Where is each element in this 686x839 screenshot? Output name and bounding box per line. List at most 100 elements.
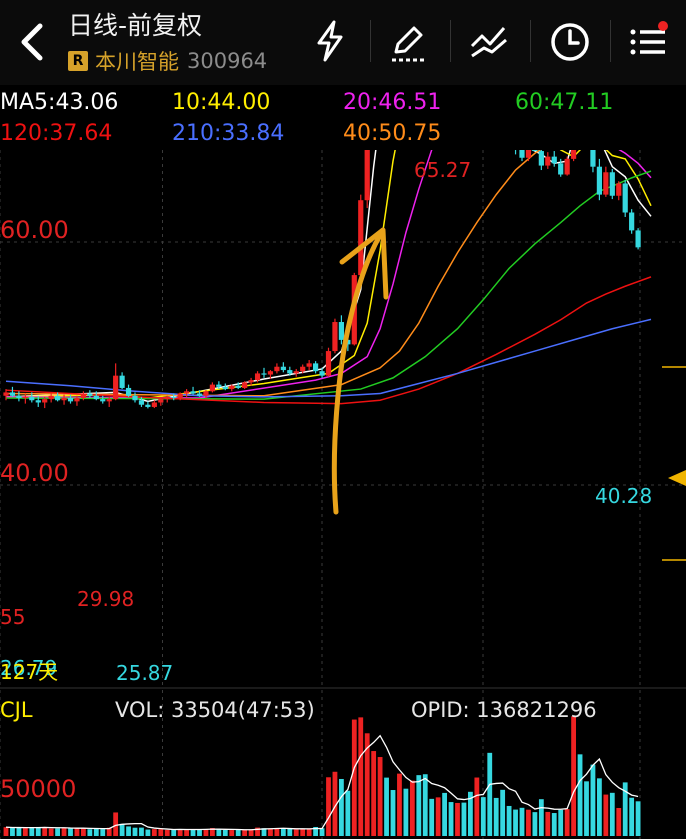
volume-bar bbox=[390, 790, 396, 836]
candle-body bbox=[145, 404, 151, 407]
volume-bar bbox=[190, 829, 196, 836]
volume-bar bbox=[564, 809, 570, 836]
volume-bar bbox=[274, 828, 280, 836]
volume-bar bbox=[339, 778, 344, 836]
candle-body bbox=[532, 150, 538, 152]
candle-body bbox=[55, 395, 61, 401]
candle-body bbox=[80, 393, 86, 399]
volume-value: VOL: 33504(47:53) bbox=[115, 698, 315, 722]
volume-bar bbox=[68, 828, 73, 836]
candle-body bbox=[87, 393, 93, 396]
volume-bar bbox=[358, 717, 364, 836]
volume-bar bbox=[22, 827, 28, 836]
r-badge: R bbox=[68, 51, 88, 71]
clock-icon[interactable] bbox=[547, 18, 593, 64]
volume-bar bbox=[584, 781, 589, 836]
volume-bar bbox=[422, 774, 428, 836]
y-axis-label-40: 40.00 bbox=[0, 459, 69, 487]
volume-bar bbox=[416, 775, 422, 836]
high-price-label: 65.27 bbox=[414, 158, 472, 182]
left-partial-label: 55 bbox=[0, 605, 26, 629]
volume-bar bbox=[326, 777, 331, 836]
volume-bar bbox=[513, 809, 518, 836]
volume-bar bbox=[55, 828, 60, 836]
candle-body bbox=[596, 166, 602, 195]
candle-body bbox=[300, 366, 306, 372]
volume-bar bbox=[609, 792, 615, 836]
lightning-icon[interactable] bbox=[307, 18, 353, 64]
draw-pen-icon[interactable] bbox=[386, 18, 432, 64]
candle-body bbox=[267, 371, 274, 375]
volume-bar bbox=[635, 801, 641, 836]
ma10-label: 10:44.00 bbox=[172, 90, 271, 115]
candle-body bbox=[313, 363, 319, 372]
candle-body bbox=[61, 398, 67, 401]
volume-bar bbox=[429, 798, 435, 836]
ma120-label: 120:37.64 bbox=[0, 121, 113, 146]
candle-body bbox=[603, 172, 609, 195]
volume-bar bbox=[371, 751, 377, 836]
candle-body bbox=[364, 150, 370, 201]
volume-axis-label: 50000 bbox=[0, 775, 77, 803]
volume-bar bbox=[435, 797, 441, 836]
volume-bar bbox=[461, 802, 467, 836]
stock-code: 300964 bbox=[187, 49, 268, 73]
chart-lines-icon[interactable] bbox=[466, 18, 512, 64]
volume-bar bbox=[145, 829, 151, 836]
volume-bar bbox=[480, 797, 486, 836]
candle-body bbox=[190, 391, 196, 394]
candle-body bbox=[629, 212, 635, 231]
y-axis-label-60: 60.00 bbox=[0, 216, 69, 244]
volume-bar bbox=[629, 797, 635, 836]
candle-body bbox=[564, 158, 570, 175]
volume-bar bbox=[81, 828, 86, 836]
volume-bar bbox=[403, 788, 409, 836]
current-price-pointer bbox=[668, 470, 686, 486]
volume-bar bbox=[532, 812, 538, 836]
candle-body bbox=[293, 371, 299, 374]
volume-bar bbox=[577, 754, 583, 836]
volume-bar bbox=[164, 829, 170, 836]
volume-bar bbox=[268, 828, 273, 836]
volume-bar bbox=[203, 829, 209, 836]
kline-chart[interactable] bbox=[0, 150, 686, 839]
candle-body bbox=[22, 396, 28, 399]
top-bar: 日线-前复权 R 本川智能 300964 bbox=[0, 0, 686, 85]
opid-value: OPID: 136821296 bbox=[411, 698, 597, 722]
toolbar-separator bbox=[450, 20, 451, 62]
stock-info: R 本川智能 300964 bbox=[68, 46, 267, 76]
volume-bar bbox=[100, 829, 106, 836]
candle-body bbox=[171, 396, 177, 399]
volume-bar bbox=[222, 830, 228, 836]
candle-body bbox=[93, 395, 99, 400]
back-arrow-icon[interactable] bbox=[14, 22, 50, 62]
ma5-label: MA5:43.06 bbox=[0, 90, 119, 115]
volume-bar bbox=[487, 752, 493, 836]
candle-body bbox=[196, 393, 203, 396]
volume-bar bbox=[280, 828, 286, 836]
volume-indicator-label[interactable]: CJL bbox=[0, 698, 33, 722]
candle-body bbox=[106, 399, 112, 402]
candle-body bbox=[16, 395, 22, 399]
volume-bar bbox=[235, 830, 241, 836]
volume-bar bbox=[184, 829, 189, 836]
volume-bar bbox=[448, 802, 454, 836]
low-price-label: 25.87 bbox=[116, 661, 174, 685]
prev-high-label: 29.98 bbox=[77, 587, 135, 611]
ma40-label: 40:50.75 bbox=[343, 121, 442, 146]
candle-body bbox=[35, 400, 41, 403]
menu-list-icon[interactable] bbox=[625, 18, 671, 64]
volume-bar bbox=[526, 809, 531, 836]
volume-bar bbox=[35, 826, 41, 836]
volume-bar bbox=[10, 827, 15, 836]
candle-body bbox=[616, 183, 622, 196]
volume-bar bbox=[319, 828, 325, 836]
candle-body bbox=[571, 150, 577, 159]
candle-body bbox=[67, 398, 74, 402]
volume-bar bbox=[113, 812, 119, 836]
period-label: 127天 bbox=[0, 660, 59, 684]
candle-body bbox=[203, 391, 209, 396]
volume-bar bbox=[345, 790, 351, 836]
candle-body bbox=[216, 384, 222, 387]
candle-body bbox=[254, 373, 261, 381]
